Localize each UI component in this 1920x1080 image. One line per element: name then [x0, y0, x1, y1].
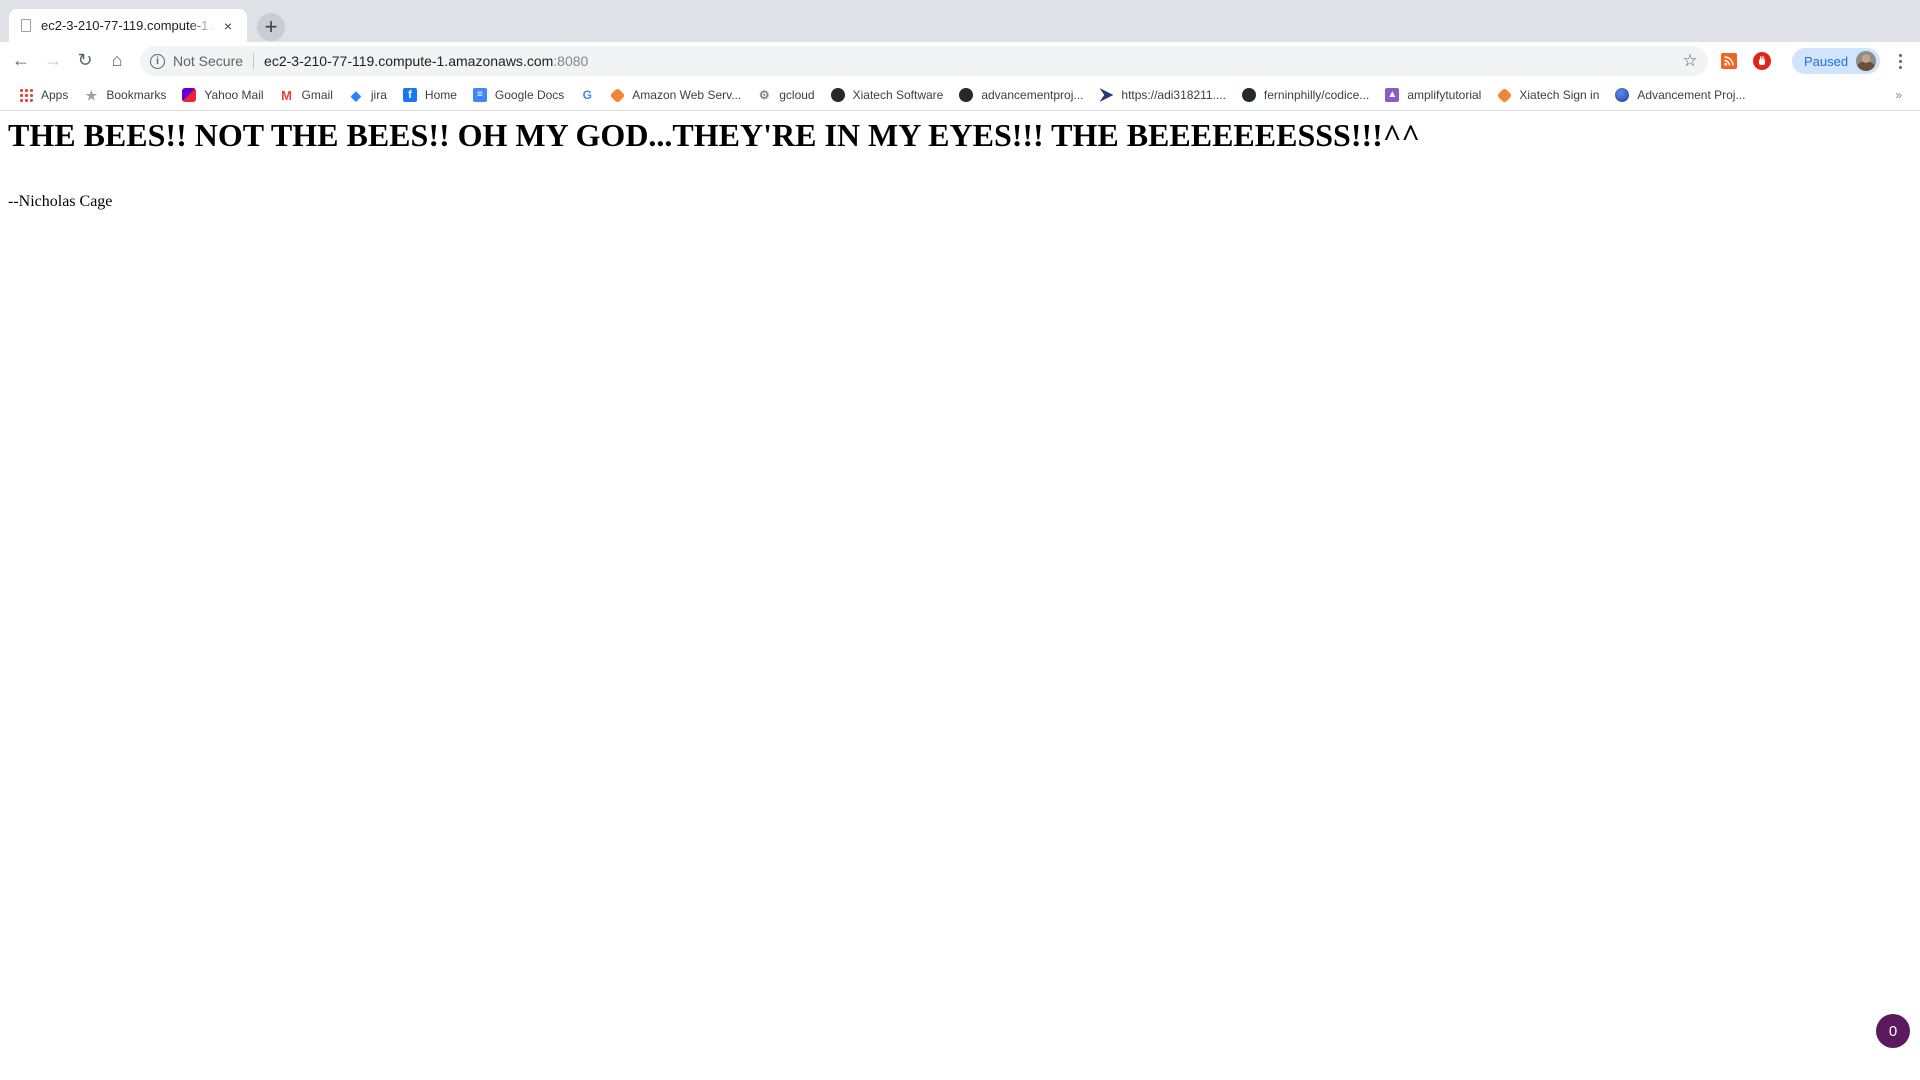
omnibox-divider	[253, 53, 255, 69]
bookmark-label: Xiatech Sign in	[1519, 88, 1600, 102]
google-docs-icon: ≡	[472, 88, 487, 102]
bookmark-label: Apps	[41, 88, 69, 102]
bookmark-home[interactable]: f Home	[398, 83, 462, 107]
rss-extension-icon[interactable]	[1721, 53, 1737, 69]
gcloud-icon: ⚙	[758, 88, 770, 102]
bookmark-label: Xiatech Software	[852, 88, 944, 102]
globe-icon	[1615, 88, 1630, 102]
profile-button[interactable]: Paused	[1792, 48, 1880, 74]
tab-title: ec2-3-210-77-119.compute-1.amazonaws.com…	[41, 18, 215, 33]
bookmark-advancementproj[interactable]: advancementproj...	[954, 83, 1088, 107]
bookmark-adi318211[interactable]: https://adi318211....	[1094, 83, 1231, 107]
address-bar[interactable]: i Not Secure ec2-3-210-77-119.compute-1.…	[140, 46, 1708, 76]
yahoo-mail-icon	[182, 88, 197, 102]
security-label[interactable]: Not Secure	[173, 53, 243, 69]
star-icon: ★	[85, 87, 98, 103]
menu-icon[interactable]	[1890, 50, 1910, 72]
facebook-icon: f	[402, 88, 417, 102]
bookmark-google[interactable]: G	[575, 83, 599, 107]
bookmark-jira[interactable]: ◆ jira	[344, 83, 392, 107]
bookmark-label: advancementproj...	[981, 88, 1084, 102]
github-icon	[830, 88, 845, 102]
new-tab-button[interactable]: +	[257, 13, 285, 41]
gmail-icon: M	[281, 87, 292, 103]
page-icon	[21, 19, 31, 32]
bookmark-label: Home	[424, 88, 457, 102]
close-icon[interactable]: ×	[219, 17, 237, 35]
tab-strip: ec2-3-210-77-119.compute-1.amazonaws.com…	[0, 0, 1920, 42]
bookmark-star-icon[interactable]: ☆	[1680, 51, 1700, 71]
bookmark-gcloud[interactable]: ⚙ gcloud	[752, 83, 819, 107]
bookmark-label: Google Docs	[494, 88, 565, 102]
page-headline: THE BEES!! NOT THE BEES!! OH MY GOD...TH…	[8, 117, 1420, 153]
page-content: THE BEES!! NOT THE BEES!! OH MY GOD...TH…	[0, 111, 1920, 1080]
bookmark-gmail[interactable]: M Gmail	[275, 83, 338, 107]
bookmark-xiatech-software[interactable]: Xiatech Software	[826, 83, 949, 107]
bookmark-apps[interactable]: Apps	[14, 83, 73, 107]
bookmark-label: Advancement Proj...	[1637, 88, 1746, 102]
forward-icon[interactable]: →	[38, 45, 68, 75]
apps-grid-icon	[19, 88, 33, 102]
aws-icon	[1497, 87, 1513, 103]
bookmark-label: gcloud	[779, 88, 815, 102]
back-icon[interactable]: ←	[6, 45, 36, 75]
bookmark-label: Amazon Web Serv...	[632, 88, 742, 102]
profile-status-label: Paused	[1804, 53, 1849, 69]
bookmark-label: amplifytutorial	[1407, 88, 1482, 102]
bookmark-label: Yahoo Mail	[204, 88, 264, 102]
browser-toolbar: ← → ↻ ⌂ i Not Secure ec2-3-210-77-119.co…	[0, 42, 1920, 80]
reload-icon[interactable]: ↻	[70, 45, 100, 75]
url-host[interactable]: ec2-3-210-77-119.compute-1.amazonaws.com	[264, 53, 553, 69]
aws-icon	[610, 87, 626, 103]
home-icon[interactable]: ⌂	[102, 45, 132, 75]
jira-icon: ◆	[350, 87, 361, 103]
bookmark-label: Gmail	[301, 88, 333, 102]
dark-arrow-icon	[1099, 88, 1114, 102]
url-port[interactable]: :8080	[553, 53, 588, 69]
bookmark-xiatech-sign-in[interactable]: Xiatech Sign in	[1492, 83, 1604, 107]
notification-badge[interactable]: 0	[1876, 1014, 1910, 1048]
bookmark-advancement-proj[interactable]: Advancement Proj...	[1610, 83, 1750, 107]
bookmark-label: ferninphilly/codice...	[1263, 88, 1370, 102]
quote-attribution: --Nicholas Cage	[8, 193, 113, 210]
bookmark-label: https://adi318211....	[1121, 88, 1226, 102]
google-icon: G	[582, 88, 592, 102]
bookmark-bookmarks[interactable]: ★ Bookmarks	[79, 83, 171, 107]
tab-active[interactable]: ec2-3-210-77-119.compute-1.amazonaws.com…	[9, 9, 247, 42]
bookmark-label: Bookmarks	[106, 88, 167, 102]
bookmarks-bar: Apps ★ Bookmarks Yahoo Mail M Gmail ◆ jira …	[0, 80, 1920, 111]
amplify-icon: ▲	[1385, 88, 1400, 102]
adblock-extension-icon[interactable]	[1753, 52, 1771, 70]
bookmark-aws[interactable]: Amazon Web Serv...	[605, 83, 746, 107]
bookmark-amplifytutorial[interactable]: ▲ amplifytutorial	[1380, 83, 1486, 107]
info-icon[interactable]: i	[150, 53, 165, 69]
bookmark-google-docs[interactable]: ≡ Google Docs	[468, 83, 569, 107]
bookmarks-overflow-icon[interactable]: »	[1895, 88, 1902, 102]
avatar	[1856, 51, 1876, 71]
bookmark-label: jira	[370, 88, 387, 102]
github-icon	[959, 88, 974, 102]
github-icon	[1241, 88, 1256, 102]
bookmark-yahoo-mail[interactable]: Yahoo Mail	[177, 83, 268, 107]
bookmark-ferninphilly[interactable]: ferninphilly/codice...	[1237, 83, 1374, 107]
